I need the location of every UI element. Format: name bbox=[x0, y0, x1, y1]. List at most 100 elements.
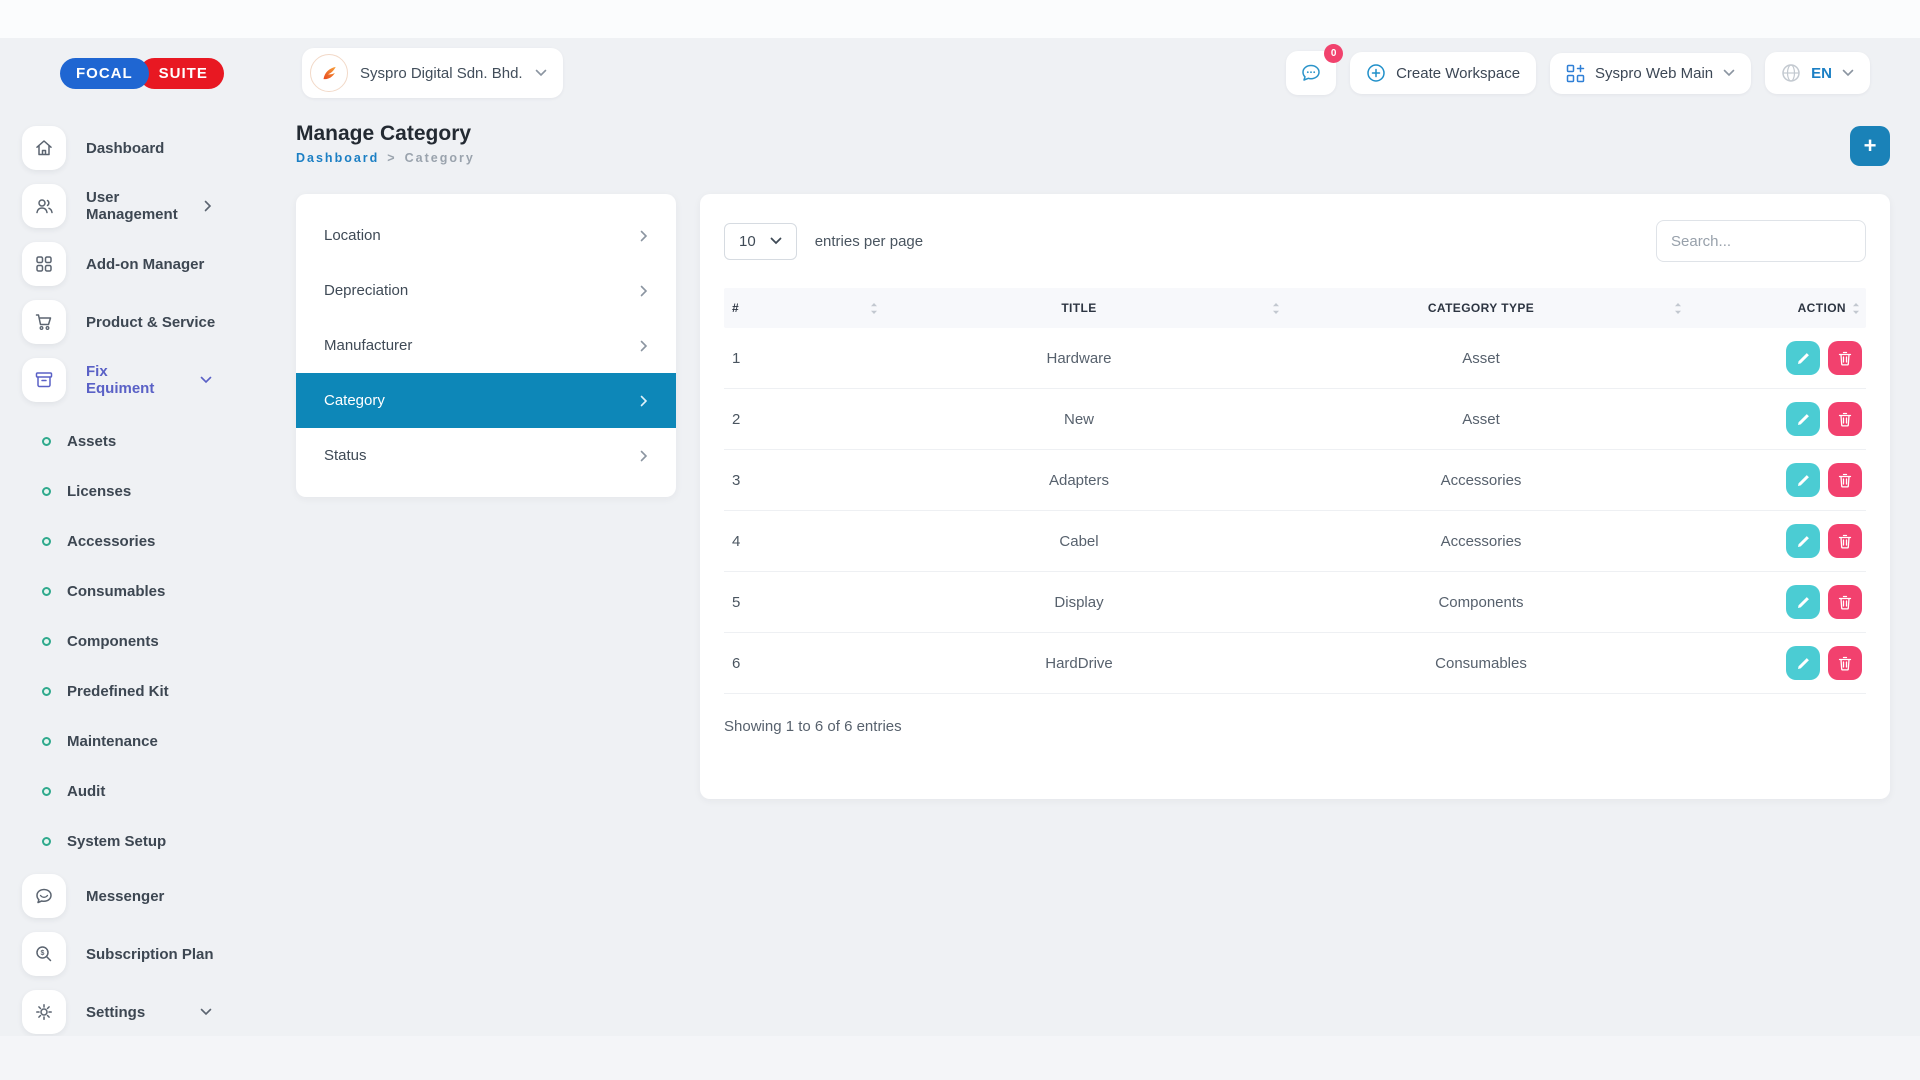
chevron-right-icon bbox=[640, 230, 648, 242]
chat-button[interactable]: 0 bbox=[1286, 44, 1344, 95]
edit-button[interactable] bbox=[1786, 402, 1820, 436]
sidebar-item-label: Fix Equiment bbox=[86, 363, 155, 397]
sidebar-item-user-management[interactable]: User Management bbox=[22, 184, 240, 228]
column-header-label: TITLE bbox=[1061, 301, 1097, 315]
entries-per-page-select[interactable]: 10 bbox=[724, 222, 797, 260]
pencil-icon bbox=[1797, 352, 1809, 364]
add-category-button[interactable]: + bbox=[1850, 126, 1890, 166]
submenu-item-manufacturer[interactable]: Manufacturer bbox=[296, 318, 676, 373]
sidebar-subitem-accessories[interactable]: Accessories bbox=[22, 516, 240, 566]
focal-suite-logo: FOCAL SUITE bbox=[60, 57, 240, 89]
sidebar-item-fix-equiment[interactable]: Fix Equiment bbox=[22, 358, 240, 402]
workspace-selector[interactable]: Syspro Web Main bbox=[1550, 52, 1752, 94]
chevron-right-icon bbox=[204, 200, 212, 212]
chevron-down-icon bbox=[200, 376, 212, 384]
row-number: 5 bbox=[732, 593, 741, 611]
create-workspace-button[interactable]: Create Workspace bbox=[1350, 52, 1537, 94]
sidebar-subitem-label: System Setup bbox=[67, 832, 167, 850]
bullet-icon bbox=[42, 436, 51, 446]
bullet-icon bbox=[42, 836, 51, 846]
chat-badge: 0 bbox=[1324, 44, 1344, 63]
sidebar-item-label: Subscription Plan bbox=[86, 945, 214, 963]
sidebar-item-label: Settings bbox=[86, 1003, 146, 1021]
sidebar-item-settings[interactable]: Settings bbox=[22, 990, 240, 1034]
archive-box-icon bbox=[22, 358, 66, 402]
submenu-item-label: Status bbox=[324, 447, 367, 464]
delete-button[interactable] bbox=[1828, 646, 1862, 680]
sidebar-subitem-licenses[interactable]: Licenses bbox=[22, 466, 240, 516]
sidebar-subitem-assets[interactable]: Assets bbox=[22, 416, 240, 466]
sidebar-item-subscription-plan[interactable]: $ Subscription Plan bbox=[22, 932, 240, 976]
sidebar-subitem-audit[interactable]: Audit bbox=[22, 766, 240, 816]
row-number: 1 bbox=[732, 349, 741, 367]
submenu-item-category[interactable]: Category bbox=[296, 373, 676, 428]
submenu-item-location[interactable]: Location bbox=[296, 208, 676, 263]
column-header-action[interactable]: ACTION bbox=[1682, 301, 1862, 315]
sidebar-subitem-system-setup[interactable]: System Setup bbox=[22, 816, 240, 866]
breadcrumb-dashboard-link[interactable]: Dashboard bbox=[296, 151, 379, 165]
column-header-num[interactable]: # bbox=[728, 301, 878, 315]
chevron-down-icon bbox=[200, 1008, 212, 1016]
column-header-category-type[interactable]: CATEGORY TYPE bbox=[1280, 301, 1682, 315]
row-category-type: Accessories bbox=[1440, 471, 1522, 489]
sidebar-subitem-label: Assets bbox=[67, 432, 117, 450]
edit-button[interactable] bbox=[1786, 646, 1820, 680]
sidebar-subitem-consumables[interactable]: Consumables bbox=[22, 566, 240, 616]
sidebar-item-label: User Management bbox=[86, 189, 178, 223]
sidebar-item-label: Add-on Manager bbox=[86, 255, 205, 273]
row-title: Cabel bbox=[1059, 532, 1099, 550]
table-row: 3 Adapters Accessories bbox=[724, 450, 1866, 511]
pencil-icon bbox=[1797, 535, 1809, 547]
company-selector[interactable]: Syspro Digital Sdn. Bhd. bbox=[302, 48, 563, 98]
sidebar-subitem-maintenance[interactable]: Maintenance bbox=[22, 716, 240, 766]
sidebar-subitem-label: Maintenance bbox=[67, 732, 158, 750]
submenu-item-depreciation[interactable]: Depreciation bbox=[296, 263, 676, 318]
submenu-item-label: Category bbox=[324, 392, 385, 409]
page-title: Manage Category bbox=[296, 122, 472, 145]
breadcrumb: Dashboard > Category bbox=[296, 151, 475, 165]
trash-icon bbox=[1838, 534, 1852, 549]
svg-text:$: $ bbox=[41, 950, 45, 957]
table-row: 6 HardDrive Consumables bbox=[724, 633, 1866, 694]
delete-button[interactable] bbox=[1828, 402, 1862, 436]
grid-icon bbox=[22, 242, 66, 286]
language-selector[interactable]: EN bbox=[1765, 52, 1870, 94]
sidebar-item-messenger[interactable]: Messenger bbox=[22, 874, 240, 918]
company-logo-icon bbox=[310, 54, 348, 92]
delete-button[interactable] bbox=[1828, 585, 1862, 619]
sidebar-item-dashboard[interactable]: Dashboard bbox=[22, 126, 240, 170]
chat-icon bbox=[1302, 64, 1320, 81]
sort-icon bbox=[1852, 302, 1860, 315]
bullet-icon bbox=[42, 536, 51, 546]
delete-button[interactable] bbox=[1828, 341, 1862, 375]
edit-button[interactable] bbox=[1786, 524, 1820, 558]
bullet-icon bbox=[42, 686, 51, 696]
chevron-down-icon bbox=[1842, 69, 1854, 77]
bullet-icon bbox=[42, 586, 51, 596]
search-input[interactable] bbox=[1656, 220, 1866, 262]
edit-button[interactable] bbox=[1786, 585, 1820, 619]
delete-button[interactable] bbox=[1828, 524, 1862, 558]
workspace-selector-label: Syspro Web Main bbox=[1595, 64, 1714, 82]
sidebar-subitem-label: Components bbox=[67, 632, 159, 650]
main-content: Manage Category Dashboard > Category + L… bbox=[240, 108, 1920, 1048]
submenu-item-status[interactable]: Status bbox=[296, 428, 676, 483]
pencil-icon bbox=[1797, 474, 1809, 486]
gear-icon bbox=[22, 990, 66, 1034]
sidebar-subitem-predefined-kit[interactable]: Predefined Kit bbox=[22, 666, 240, 716]
trash-icon bbox=[1838, 595, 1852, 610]
chevron-right-icon bbox=[640, 395, 648, 407]
edit-button[interactable] bbox=[1786, 341, 1820, 375]
sidebar-item-addon-manager[interactable]: Add-on Manager bbox=[22, 242, 240, 286]
trash-icon bbox=[1838, 351, 1852, 366]
table-header: # TITLE CATEGORY TYPE ACTION bbox=[724, 288, 1866, 328]
edit-button[interactable] bbox=[1786, 463, 1820, 497]
sidebar-item-product-service[interactable]: Product & Service bbox=[22, 300, 240, 344]
column-header-title[interactable]: TITLE bbox=[878, 301, 1280, 315]
delete-button[interactable] bbox=[1828, 463, 1862, 497]
table-footer-status: Showing 1 to 6 of 6 entries bbox=[724, 718, 902, 735]
sidebar-subitem-components[interactable]: Components bbox=[22, 616, 240, 666]
row-category-type: Asset bbox=[1462, 349, 1500, 367]
row-title: Hardware bbox=[1046, 349, 1112, 367]
row-title: Adapters bbox=[1048, 471, 1110, 489]
